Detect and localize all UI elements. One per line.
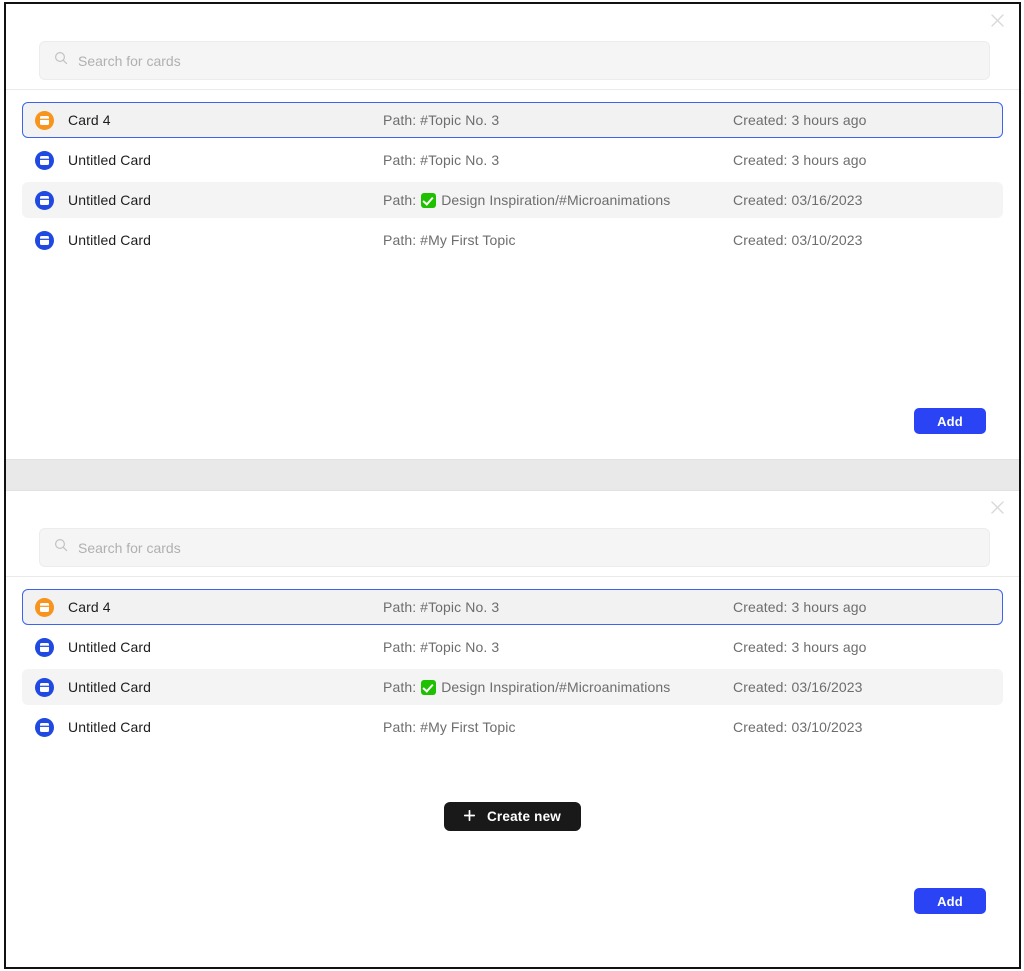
card-created: Created: 03/10/2023	[733, 719, 863, 735]
card-icon	[35, 150, 54, 170]
card-title: Card 4	[68, 112, 111, 128]
card-path: Path: #My First Topic	[383, 719, 733, 735]
panel-1-footer: Add	[6, 408, 1019, 434]
panel-divider-band	[6, 459, 1019, 491]
table-row[interactable]: Untitled Card Path: Design Inspiration/#…	[22, 669, 1003, 705]
create-new-button[interactable]: Create new	[443, 802, 582, 831]
card-path: Path: #My First Topic	[383, 232, 733, 248]
card-title: Untitled Card	[68, 232, 152, 248]
plus-icon	[463, 809, 476, 824]
card-path-text: Path: #My First Topic	[383, 232, 516, 248]
card-path-text: Path: #Topic No. 3	[383, 152, 500, 168]
green-check-icon	[421, 679, 437, 695]
panel-1-bottom-spacer	[6, 434, 1019, 459]
card-path-text: Path: #Topic No. 3	[383, 599, 500, 615]
search-input[interactable]	[78, 529, 975, 566]
card-path: Path: #Topic No. 3	[383, 599, 733, 615]
table-row[interactable]: Untitled Card Path: #Topic No. 3 Created…	[22, 629, 1003, 665]
card-title: Untitled Card	[68, 192, 152, 208]
card-created: Created: 03/16/2023	[733, 192, 863, 208]
search-icon	[54, 538, 68, 557]
card-picker-panel-2: Card 4 Path: #Topic No. 3 Created: 3 hou…	[6, 491, 1019, 914]
card-title: Untitled Card	[68, 152, 152, 168]
card-path: Path: #Topic No. 3	[383, 639, 733, 655]
add-button[interactable]: Add	[914, 408, 986, 434]
card-path: Path: #Topic No. 3	[383, 152, 733, 168]
table-row[interactable]: Untitled Card Path: #My First Topic Crea…	[22, 222, 1003, 258]
panel-1-spacer	[6, 262, 1019, 408]
card-title: Untitled Card	[68, 679, 152, 695]
card-icon	[35, 190, 54, 210]
card-created: Created: 03/10/2023	[733, 232, 863, 248]
card-icon	[35, 677, 54, 697]
card-icon	[35, 637, 54, 657]
card-created: Created: 3 hours ago	[733, 599, 867, 615]
card-path-text: Design Inspiration/#Microanimations	[441, 192, 671, 208]
card-path-text: Path: #Topic No. 3	[383, 112, 500, 128]
card-icon	[35, 597, 54, 617]
card-title: Card 4	[68, 599, 111, 615]
app-frame: Card 4 Path: #Topic No. 3 Created: 3 hou…	[4, 2, 1021, 969]
table-row[interactable]: Untitled Card Path: Design Inspiration/#…	[22, 182, 1003, 218]
card-path-text: Design Inspiration/#Microanimations	[441, 679, 671, 695]
card-created: Created: 3 hours ago	[733, 639, 867, 655]
card-path-text: Path: #Topic No. 3	[383, 639, 500, 655]
card-created: Created: 03/16/2023	[733, 679, 863, 695]
card-path-prefix: Path:	[383, 192, 417, 208]
panel-2-header	[6, 491, 1019, 577]
green-check-icon	[421, 192, 437, 208]
screen: Card 4 Path: #Topic No. 3 Created: 3 hou…	[0, 0, 1024, 971]
card-picker-panel-1: Card 4 Path: #Topic No. 3 Created: 3 hou…	[6, 4, 1019, 459]
card-title: Untitled Card	[68, 719, 152, 735]
search-input[interactable]	[78, 42, 975, 79]
table-row[interactable]: Untitled Card Path: #Topic No. 3 Created…	[22, 142, 1003, 178]
table-row[interactable]: Card 4 Path: #Topic No. 3 Created: 3 hou…	[22, 102, 1003, 138]
table-row[interactable]: Card 4 Path: #Topic No. 3 Created: 3 hou…	[22, 589, 1003, 625]
panel-2-spacer-bottom	[6, 831, 1019, 888]
table-row[interactable]: Untitled Card Path: #My First Topic Crea…	[22, 709, 1003, 745]
card-path: Path: Design Inspiration/#Microanimation…	[383, 679, 733, 695]
card-icon	[35, 717, 54, 737]
card-path: Path: Design Inspiration/#Microanimation…	[383, 192, 733, 208]
search-bar[interactable]	[39, 528, 990, 567]
panel-2-footer: Add	[6, 888, 1019, 914]
card-created: Created: 3 hours ago	[733, 112, 867, 128]
card-path: Path: #Topic No. 3	[383, 112, 733, 128]
card-path-text: Path: #My First Topic	[383, 719, 516, 735]
card-created: Created: 3 hours ago	[733, 152, 867, 168]
add-button[interactable]: Add	[914, 888, 986, 914]
close-icon[interactable]	[985, 8, 1009, 32]
search-icon	[54, 51, 68, 70]
card-icon	[35, 110, 54, 130]
create-new-row: Create new	[6, 802, 1019, 831]
panel-2-card-list: Card 4 Path: #Topic No. 3 Created: 3 hou…	[6, 577, 1019, 745]
panel-1-card-list: Card 4 Path: #Topic No. 3 Created: 3 hou…	[6, 90, 1019, 258]
search-bar[interactable]	[39, 41, 990, 80]
card-title: Untitled Card	[68, 639, 152, 655]
close-icon[interactable]	[985, 495, 1009, 519]
panel-1-header	[6, 4, 1019, 90]
panel-2-spacer-top	[6, 749, 1019, 802]
create-new-label: Create new	[486, 809, 562, 824]
card-path-prefix: Path:	[383, 679, 417, 695]
card-icon	[35, 230, 54, 250]
